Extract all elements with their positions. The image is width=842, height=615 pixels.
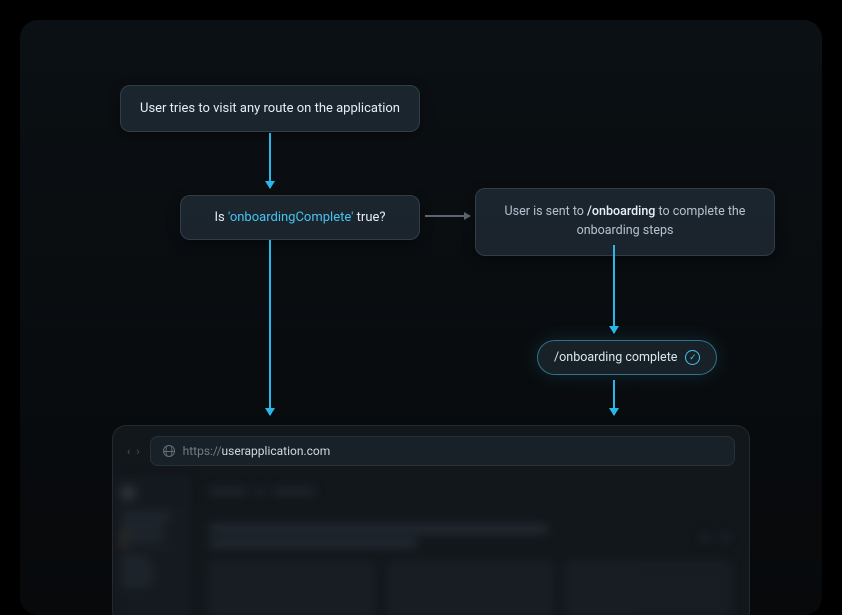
browser-content-blurred (113, 476, 749, 615)
diagram-canvas: User tries to visit any route on the app… (20, 20, 822, 615)
placeholder-line (255, 488, 265, 495)
sidebar-item (121, 535, 164, 541)
arrow-down-icon (269, 133, 271, 188)
sidebar-item (121, 569, 155, 575)
dot-icon (701, 534, 708, 541)
node-text-route: /onboarding (587, 204, 655, 219)
sidebar-item (121, 513, 171, 519)
placeholder-card (388, 561, 553, 615)
arrow-right-icon (425, 215, 470, 217)
globe-icon (163, 445, 175, 457)
node-text-prefix: User is sent to (505, 204, 587, 219)
browser-toolbar: ‹ › https://userapplication.com (113, 426, 749, 476)
placeholder-line (209, 488, 247, 495)
node-text-code: 'onboardingComplete' (228, 210, 353, 225)
chevron-left-icon: ‹ (127, 445, 130, 458)
placeholder-line (209, 539, 418, 547)
node-text: User tries to visit any route on the app… (140, 101, 400, 116)
flow-node-onboarding: User is sent to /onboarding to complete … (475, 188, 775, 256)
pill-text: /onboarding complete (554, 350, 677, 365)
arrow-down-icon (613, 245, 615, 333)
flow-node-start: User tries to visit any route on the app… (120, 85, 420, 132)
node-text-prefix: Is (214, 210, 227, 225)
avatar (121, 486, 135, 500)
url-domain: userapplication.com (222, 444, 331, 458)
placeholder-line (209, 525, 548, 533)
placeholder-card (566, 561, 731, 615)
browser-url-bar: https://userapplication.com (150, 436, 735, 466)
arrow-down-icon (613, 380, 615, 415)
arrow-down-icon (269, 240, 271, 415)
check-circle-icon: ✓ (685, 350, 700, 365)
app-main (191, 476, 749, 615)
app-sidebar (113, 476, 191, 615)
flow-node-check: Is 'onboardingComplete' true? (180, 195, 420, 240)
sidebar-item (121, 524, 164, 530)
dot-icon (722, 534, 729, 541)
sidebar-item (121, 558, 149, 564)
placeholder-line (273, 488, 315, 495)
placeholder-card (209, 561, 374, 615)
sidebar-item (121, 580, 152, 586)
browser-mockup: ‹ › https://userapplication.com (112, 425, 750, 615)
chevron-right-icon: › (136, 445, 139, 458)
flow-node-complete: /onboarding complete ✓ (537, 340, 717, 375)
url-prefix: https:// (183, 444, 222, 458)
node-text-suffix: true? (353, 210, 385, 225)
browser-nav-controls: ‹ › (127, 445, 140, 458)
divider (121, 549, 183, 550)
